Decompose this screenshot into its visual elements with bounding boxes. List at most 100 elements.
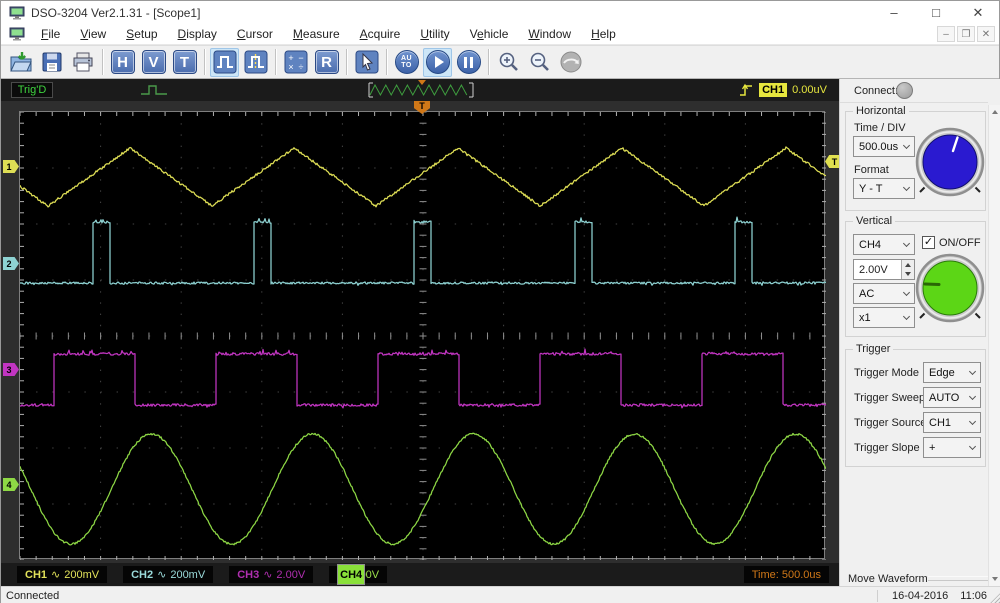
vertical-channel-select[interactable]: CH4 (853, 234, 915, 255)
zoom-in-icon (499, 52, 518, 71)
coupling-select[interactable]: AC (853, 283, 915, 304)
connect-label: Connect: (854, 85, 899, 97)
trigger-slope-icon (740, 83, 753, 96)
ch4-readout-badge[interactable]: CH4 ∿ 2.00V (329, 564, 388, 585)
chevron-down-icon (968, 367, 977, 376)
window-title: DSO-3204 Ver2.1.31 - [Scope1] (31, 5, 201, 20)
preview-trigger-marker[interactable] (418, 80, 426, 85)
trigger-panel-button[interactable]: T (170, 48, 199, 77)
menu-help[interactable]: Help (581, 25, 626, 43)
trigger-mode-select[interactable]: Edge (923, 362, 981, 383)
trigger-source-label: Trigger Source (854, 417, 927, 429)
menu-view[interactable]: View (70, 25, 116, 43)
menu-measure[interactable]: Measure (283, 25, 350, 43)
channel-2-position-marker[interactable]: 2 (3, 257, 19, 270)
channel-4-position-marker[interactable]: 4 (3, 478, 19, 491)
toolbar-separator (275, 49, 276, 75)
channel-onoff-checkbox[interactable]: ✓ (922, 236, 935, 249)
oscilloscope-app-window: DSO-3204 Ver2.1.31 - [Scope1] – □ ✕ File… (0, 0, 1000, 603)
channel-1-position-marker[interactable]: 1 (3, 160, 19, 173)
trigger-mode-label: Trigger Mode (854, 367, 920, 379)
connection-status-text: Connected (6, 590, 60, 602)
menu-window[interactable]: Window (518, 25, 581, 43)
svg-text:÷: ÷ (298, 62, 303, 72)
chevron-down-icon (902, 239, 911, 248)
menu-file[interactable]: File (31, 25, 70, 43)
open-button[interactable] (6, 48, 35, 77)
self-calibration-button[interactable] (556, 48, 585, 77)
trigger-source-select[interactable]: CH1 (923, 412, 981, 433)
toolbar-separator (488, 49, 489, 75)
autoset-button[interactable]: AUTO (392, 48, 421, 77)
pulse-icon (213, 50, 236, 74)
horizontal-group: Horizontal Time / DIV 500.0us Format Y -… (845, 105, 988, 211)
menu-vehicle[interactable]: Vehicle (460, 25, 519, 43)
menu-setup[interactable]: Setup (116, 25, 167, 43)
vertical-knob[interactable] (912, 250, 988, 326)
trigger-group: Trigger Trigger Mode Edge Trigger Sweep … (845, 343, 986, 467)
zoom-in-button[interactable] (494, 48, 523, 77)
pause-button[interactable] (454, 48, 483, 77)
time-div-select[interactable]: 500.0us (853, 136, 915, 157)
status-bar: Connected 16-04-2016 11:06 (1, 586, 1000, 603)
math-button[interactable]: + − × ÷ (281, 48, 310, 77)
ref-waveform-button[interactable]: R (312, 48, 341, 77)
save-button[interactable] (37, 48, 66, 77)
trigger-level-value: 0.00uV (792, 84, 827, 96)
ch2-readout-badge[interactable]: CH2 ∿ 200mV (123, 566, 214, 583)
resize-grip[interactable] (990, 593, 1000, 603)
toolbar-separator (346, 49, 347, 75)
trigger-readout: CH1 0.00uV (739, 82, 827, 98)
trigger-sweep-select[interactable]: AUTO (923, 387, 981, 408)
ch1-readout-badge[interactable]: CH1 ∿ 200mV (17, 566, 108, 583)
scrollbar-down-icon[interactable] (989, 572, 1000, 586)
time-div-label: Time / DIV (854, 122, 906, 134)
title-bar: DSO-3204 Ver2.1.31 - [Scope1] – □ ✕ (1, 1, 999, 24)
maximize-button[interactable]: □ (915, 1, 957, 24)
math-operators-icon: + − × ÷ (284, 50, 307, 74)
channel-3-position-marker[interactable]: 3 (3, 363, 19, 376)
trigger-source-badge: CH1 (759, 83, 788, 97)
menu-display[interactable]: Display (168, 25, 227, 43)
trigger-slope-select[interactable]: + (923, 437, 981, 458)
self-calibration-icon (560, 51, 581, 73)
cursor-tool-button[interactable] (352, 48, 381, 77)
cursor-arrow-icon (355, 50, 378, 74)
v-letter-icon: V (141, 50, 166, 74)
waveform-plot-area[interactable] (19, 111, 827, 561)
horizontal-panel-button[interactable]: H (108, 48, 137, 77)
panel-scrollbar[interactable] (988, 105, 1000, 586)
scrollbar-up-icon[interactable] (989, 105, 1000, 119)
horizontal-group-title: Horizontal (853, 105, 909, 117)
close-button[interactable]: ✕ (957, 1, 999, 24)
format-select[interactable]: Y - T (853, 178, 915, 199)
mdi-restore-button[interactable]: ❐ (957, 26, 975, 42)
menu-cursor[interactable]: Cursor (227, 25, 283, 43)
horizontal-knob[interactable] (912, 124, 988, 200)
zoom-out-button[interactable] (525, 48, 554, 77)
run-button[interactable] (423, 47, 452, 77)
record-position-preview[interactable] (368, 80, 474, 98)
app-icon (9, 6, 25, 19)
mdi-close-button[interactable]: ✕ (977, 26, 995, 42)
print-button[interactable] (68, 48, 97, 77)
chevron-down-icon (902, 288, 911, 297)
vertical-panel-button[interactable]: V (139, 48, 168, 77)
pulse-measure-button[interactable] (241, 48, 270, 77)
probe-select[interactable]: x1 (853, 307, 915, 328)
menu-acquire[interactable]: Acquire (350, 25, 411, 43)
mdi-minimize-button[interactable]: – (937, 26, 955, 42)
timebase-readout: Time: 500.0us (743, 566, 829, 583)
vertical-group: Vertical CH4 ✓ ON/OFF 2.00V AC x1 (845, 215, 988, 337)
trigger-level-marker[interactable]: T (825, 155, 840, 168)
chevron-down-icon (968, 442, 977, 451)
zoom-out-icon (530, 52, 549, 71)
volts-div-spinner: 2.00V (853, 259, 915, 280)
pulse-trigger-button[interactable] (210, 47, 239, 77)
menu-utility[interactable]: Utility (410, 25, 459, 43)
chevron-down-icon (902, 141, 911, 150)
play-icon (425, 50, 450, 74)
ch3-readout-badge[interactable]: CH3 ∿ 2.00V (229, 566, 314, 583)
minimize-button[interactable]: – (873, 1, 915, 24)
control-panel: Connect: Horizontal Time / DIV 500.0us F… (839, 79, 1000, 586)
